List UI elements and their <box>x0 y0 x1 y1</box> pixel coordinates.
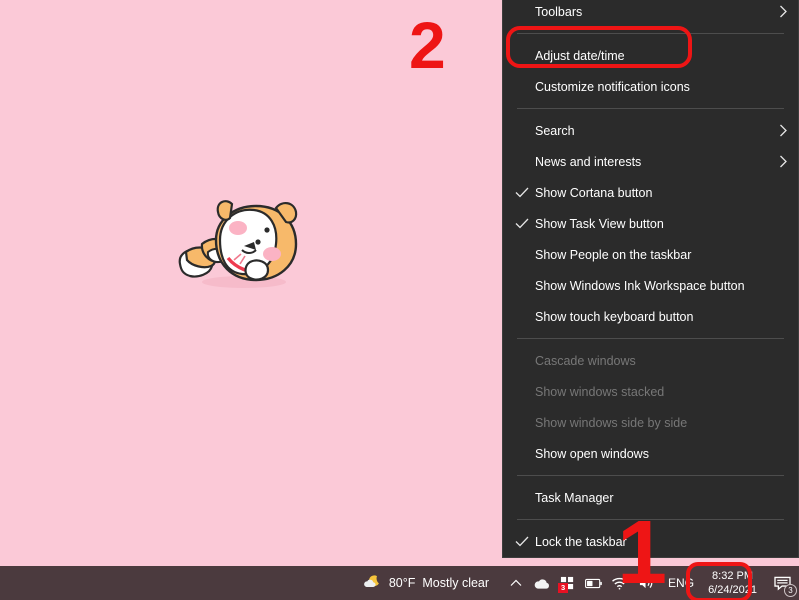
menu-item-search[interactable]: Search <box>503 115 798 146</box>
menu-item-show-open-windows[interactable]: Show open windows <box>503 438 798 469</box>
menu-item-label: News and interests <box>535 154 642 169</box>
menu-item-show-task-view-button[interactable]: Show Task View button <box>503 208 798 239</box>
submenu-arrow-icon <box>778 5 788 19</box>
menu-item-cascade-windows: Cascade windows <box>503 345 798 376</box>
onedrive-cloud-icon[interactable] <box>533 575 550 592</box>
menu-item-label: Toolbars <box>535 4 583 19</box>
update-pending-icon[interactable]: 3 <box>558 575 576 593</box>
menu-item-label: Show Cortana button <box>535 185 653 200</box>
menu-item-label: Cascade windows <box>535 353 636 368</box>
menu-item-label: Show Windows Ink Workspace button <box>535 278 745 293</box>
menu-item-customize-notification-icons[interactable]: Customize notification icons <box>503 71 798 102</box>
action-center-button[interactable]: 3 <box>765 566 799 600</box>
menu-item-label: Show windows stacked <box>535 384 665 399</box>
annotation-highlight-adjust-date-time <box>506 26 692 68</box>
menu-item-label: Show Task View button <box>535 216 664 231</box>
menu-item-label: Customize notification icons <box>535 79 690 94</box>
menu-item-show-people-on-the-taskbar[interactable]: Show People on the taskbar <box>503 239 798 270</box>
menu-separator <box>517 338 784 339</box>
annotation-step-two: 2 <box>409 8 446 82</box>
checkmark-icon <box>515 217 529 231</box>
menu-item-show-windows-stacked: Show windows stacked <box>503 376 798 407</box>
taskbar-weather-widget[interactable]: 80°F Mostly clear <box>362 573 499 594</box>
checkmark-icon <box>515 535 529 549</box>
menu-item-label: Show open windows <box>535 446 649 461</box>
menu-item-label: Show touch keyboard button <box>535 309 694 324</box>
screen-root: Toolbars Adjust date/time Customize noti… <box>0 0 799 600</box>
menu-separator <box>517 108 784 109</box>
submenu-arrow-icon <box>778 124 788 138</box>
notification-count-badge: 3 <box>784 584 797 597</box>
menu-item-show-cortana-button[interactable]: Show Cortana button <box>503 177 798 208</box>
menu-item-show-windows-side-by-side: Show windows side by side <box>503 407 798 438</box>
submenu-arrow-icon <box>778 155 788 169</box>
shiba-inu-dog-illustration <box>178 200 298 288</box>
taskbar[interactable]: 80°F Mostly clear 3 ENG 8:32 PM 6/24/202… <box>0 566 799 600</box>
menu-item-show-windows-ink-workspace-button[interactable]: Show Windows Ink Workspace button <box>503 270 798 301</box>
moon-cloud-icon <box>362 573 382 594</box>
annotation-step-one: 1 <box>617 503 668 600</box>
menu-separator <box>517 475 784 476</box>
menu-item-label: Show People on the taskbar <box>535 247 692 262</box>
menu-item-label: Show windows side by side <box>535 415 688 430</box>
menu-item-label: Search <box>535 123 575 138</box>
annotation-highlight-clock <box>686 562 752 600</box>
show-hidden-icons-chevron-up-icon[interactable] <box>507 575 524 592</box>
taskbar-context-menu[interactable]: Toolbars Adjust date/time Customize noti… <box>502 0 799 580</box>
checkmark-icon <box>515 186 529 200</box>
update-badge-count: 3 <box>558 582 569 593</box>
weather-description: Mostly clear <box>422 576 490 590</box>
menu-item-show-touch-keyboard-button[interactable]: Show touch keyboard button <box>503 301 798 332</box>
menu-item-toolbars[interactable]: Toolbars <box>503 0 798 27</box>
weather-temperature: 80°F <box>388 576 416 590</box>
battery-icon[interactable] <box>585 575 602 592</box>
menu-item-news-and-interests[interactable]: News and interests <box>503 146 798 177</box>
